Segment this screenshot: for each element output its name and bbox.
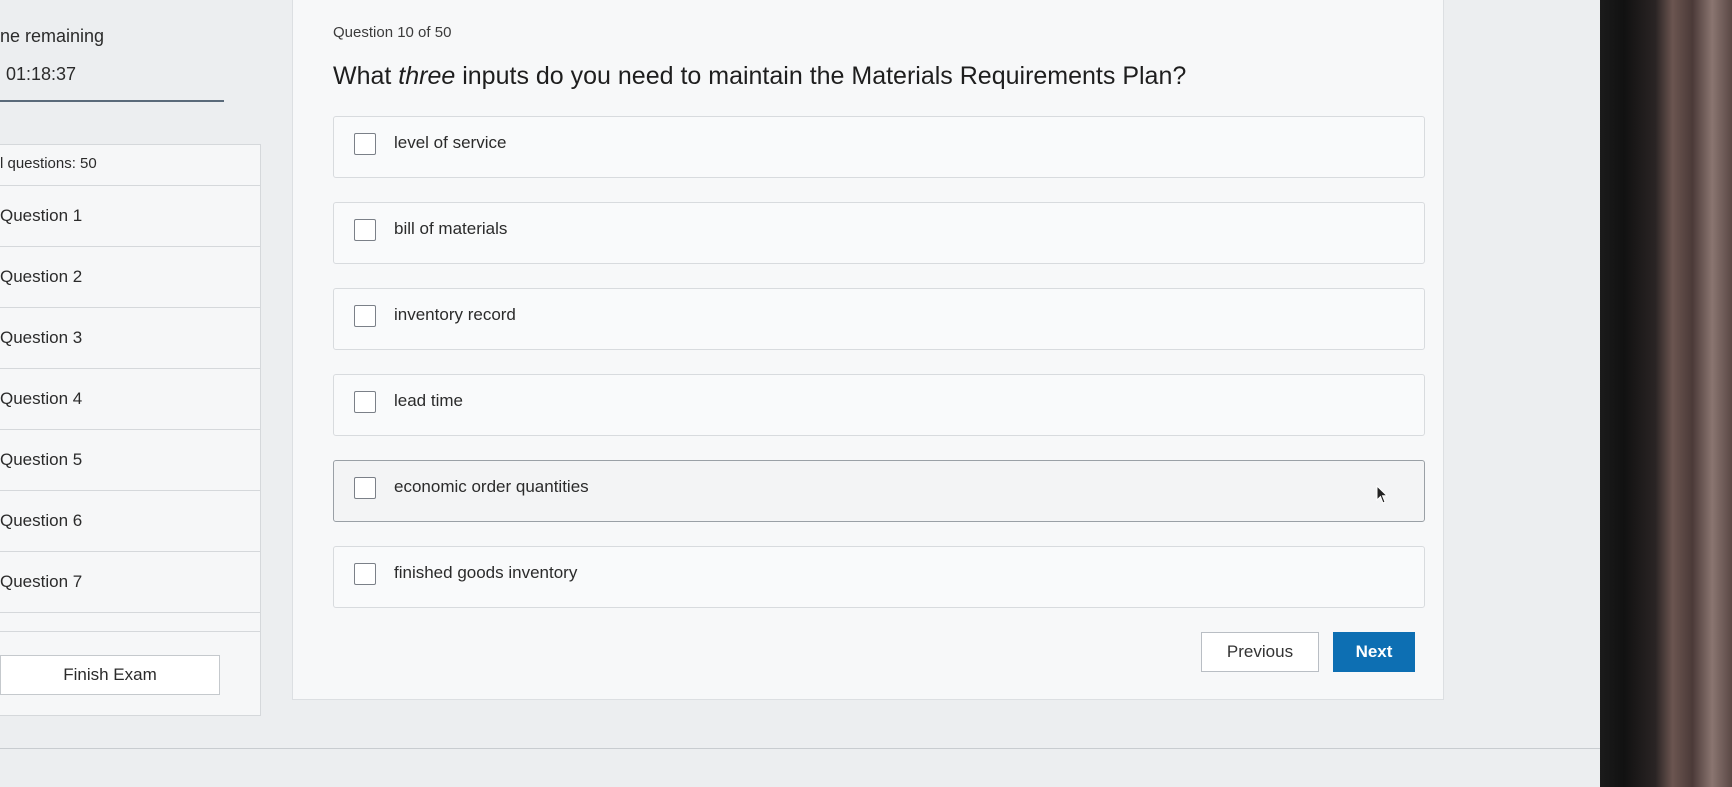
answer-option-label: bill of materials xyxy=(394,219,508,238)
timer-value: 01:18:37 xyxy=(6,64,77,84)
question-nav-label: Question 1 xyxy=(0,206,83,225)
question-nav-item-1[interactable]: Question 1 xyxy=(0,185,260,246)
question-counter: Question 10 of 50 xyxy=(333,24,452,41)
finish-exam-button[interactable]: Finish Exam xyxy=(0,655,220,695)
answer-option-3[interactable]: inventory record xyxy=(333,288,1425,350)
sidebar: ne remaining 01:18:37 l questions: 50 Qu… xyxy=(0,0,262,787)
question-list: Question 1 Question 2 Question 3 Questio… xyxy=(0,185,260,632)
question-text-emphasis: three xyxy=(398,62,456,90)
next-button[interactable]: Next xyxy=(1333,632,1415,672)
question-nav-item-7[interactable]: Question 7 xyxy=(0,551,260,612)
question-nav-label: Question 6 xyxy=(0,511,83,530)
checkbox-icon[interactable] xyxy=(354,563,376,585)
question-nav-item-3[interactable]: Question 3 xyxy=(0,307,260,368)
question-list-divider xyxy=(0,612,260,632)
answer-option-label: finished goods inventory xyxy=(394,563,578,582)
answer-option-label: level of service xyxy=(394,133,507,152)
question-nav-label: Question 5 xyxy=(0,450,83,469)
question-nav-item-6[interactable]: Question 6 xyxy=(0,490,260,551)
question-panel: Question 10 of 50 What three inputs do y… xyxy=(292,0,1444,700)
question-text: What three inputs do you need to maintai… xyxy=(333,62,1186,91)
question-nav-item-5[interactable]: Question 5 xyxy=(0,429,260,490)
answer-option-5[interactable]: economic order quantities xyxy=(333,460,1425,522)
mouse-pointer-icon xyxy=(1376,485,1388,504)
answer-option-1[interactable]: level of service xyxy=(333,116,1425,178)
answer-option-4[interactable]: lead time xyxy=(333,374,1425,436)
checkbox-icon[interactable] xyxy=(354,477,376,499)
timer-divider xyxy=(0,100,224,102)
answer-option-2[interactable]: bill of materials xyxy=(333,202,1425,264)
total-questions: l questions: 50 xyxy=(0,155,97,172)
time-remaining-label: ne remaining xyxy=(0,26,105,46)
answer-option-label: lead time xyxy=(394,391,463,410)
question-navigator: l questions: 50 Question 1 Question 2 Qu… xyxy=(0,144,261,716)
question-nav-label: Question 2 xyxy=(0,267,83,286)
checkbox-icon[interactable] xyxy=(354,391,376,413)
answer-option-label: economic order quantities xyxy=(394,477,589,496)
question-text-after: inputs do you need to maintain the Mater… xyxy=(455,62,1187,90)
answer-option-label: inventory record xyxy=(394,305,516,324)
question-nav-label: Question 3 xyxy=(0,328,83,347)
previous-button[interactable]: Previous xyxy=(1201,632,1319,672)
checkbox-icon[interactable] xyxy=(354,219,376,241)
checkbox-icon[interactable] xyxy=(354,305,376,327)
question-nav-item-2[interactable]: Question 2 xyxy=(0,246,260,307)
question-nav-item-4[interactable]: Question 4 xyxy=(0,368,260,429)
checkbox-icon[interactable] xyxy=(354,133,376,155)
monitor-bezel xyxy=(1600,0,1732,787)
question-text-before: What xyxy=(333,62,399,90)
screen-edge-line xyxy=(0,748,1600,749)
question-nav-label: Question 7 xyxy=(0,572,83,591)
answer-options: level of service bill of materials inven… xyxy=(333,116,1425,632)
question-nav-label: Question 4 xyxy=(0,389,83,408)
answer-option-6[interactable]: finished goods inventory xyxy=(333,546,1425,608)
